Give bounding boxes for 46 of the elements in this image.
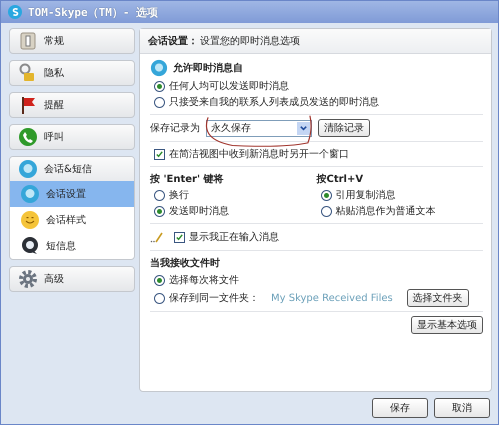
history-dropdown[interactable]: 永久保存: [206, 120, 312, 136]
show-basic-options-button[interactable]: 显示基本选项: [411, 316, 483, 334]
sidebar-item[interactable]: 短信息: [10, 233, 134, 259]
dialog-button[interactable]: 取消: [434, 398, 490, 418]
radio-option[interactable]: 任何人均可以发送即时消息: [150, 78, 483, 94]
sidebar-item[interactable]: 高级: [9, 266, 135, 292]
sidebar-item[interactable]: 常规: [9, 28, 135, 54]
chat-bubble-icon: [150, 59, 168, 77]
dialog-button[interactable]: 保存: [372, 398, 428, 418]
typing-pencil-icon: [150, 231, 164, 243]
panel-description: 设置您的即时消息选项: [200, 34, 300, 48]
checkbox-option[interactable]: 显示我正在输入消息: [170, 229, 279, 245]
clear-history-button[interactable]: 清除记录: [318, 119, 370, 137]
sidebar-item[interactable]: 隐私: [9, 60, 135, 86]
panel-heading: 会话设置：: [148, 34, 198, 48]
radio-option[interactable]: 保存到同一文件夹：: [150, 290, 259, 306]
sidebar-item[interactable]: 提醒: [9, 92, 135, 118]
group-title: 按 'Enter' 键将: [150, 172, 225, 187]
choose-folder-button[interactable]: 选择文件夹: [406, 289, 469, 307]
window-title: TOM-Skype（TM）- 选项: [28, 4, 158, 20]
check-mark-icon: [155, 150, 164, 158]
radio-option[interactable]: 只接受来自我的联系人列表成员发送的即时消息: [150, 94, 483, 110]
radio-option[interactable]: 换行: [150, 187, 316, 203]
app-logo-icon: [7, 4, 23, 20]
group-title: 按Ctrl+V: [316, 172, 364, 187]
phone-icon: [18, 127, 38, 147]
sidebar-item[interactable]: 会话&短信: [10, 157, 134, 181]
switch-icon: [18, 31, 38, 51]
section-title: 允许即时消息自: [173, 62, 243, 75]
radio-option[interactable]: 粘贴消息作为普通文本: [316, 203, 483, 219]
sidebar-item[interactable]: 会话设置: [10, 181, 134, 207]
message-bubble-icon: [20, 236, 40, 256]
check-mark-icon: [175, 232, 184, 242]
chat-bubble-icon: [18, 159, 38, 179]
checkbox-option[interactable]: 在简洁视图中收到新消息时另开一个窗口: [150, 146, 483, 162]
chat-bubble-icon: [20, 184, 40, 204]
group-title: 当我接收文件时: [150, 256, 221, 271]
sidebar-item[interactable]: 呼叫: [9, 124, 135, 150]
gear-icon: [18, 269, 38, 289]
radio-option[interactable]: 发送即时消息: [150, 203, 316, 219]
field-label: 保存记录为: [150, 122, 200, 135]
smiley-icon: [20, 210, 40, 230]
folder-path: My Skype Received Files: [271, 292, 393, 304]
radio-option[interactable]: 选择每次将文件: [150, 272, 239, 288]
radio-option[interactable]: 引用复制消息: [316, 187, 483, 203]
sidebar-item[interactable]: 会话样式: [10, 207, 134, 233]
